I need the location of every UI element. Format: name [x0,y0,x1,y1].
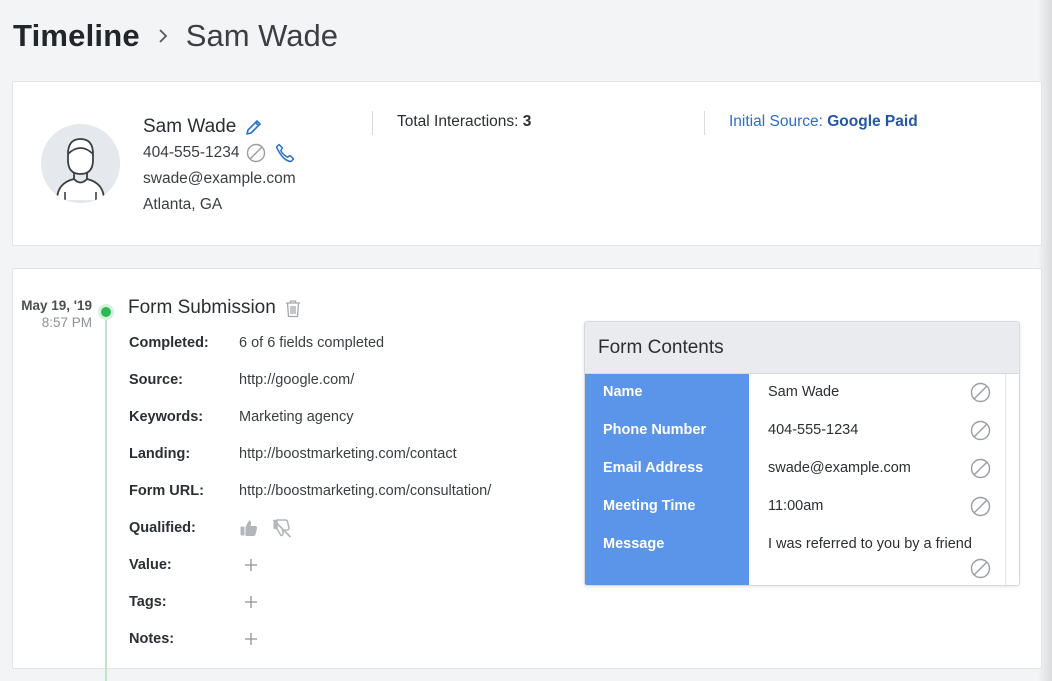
block-icon[interactable] [970,420,991,441]
field-label: Qualified: [129,519,196,536]
total-interactions-label: Total Interactions: [397,113,519,130]
field-label: Landing: [129,445,191,462]
form-contents-title: Form Contents [585,322,1019,374]
timeline-line [105,311,107,681]
form-field-value: I was referred to you by a friend [768,536,972,552]
field-value: 6 of 6 fields completed [239,334,385,351]
total-interactions-stat: Total Interactions: 3 [397,113,531,131]
form-contents-body: Name Sam Wade Phone Number 404-555-1234 … [585,374,1019,585]
field-label: Tags: [129,593,167,610]
contact-card: Sam Wade 404-555-1234 swade@example.com … [12,81,1042,246]
form-field-value: Sam Wade [768,384,840,400]
breadcrumb-current: Sam Wade [185,18,338,53]
plus-icon[interactable] [244,558,258,572]
contact-location: Atlanta, GA [143,196,223,213]
breadcrumb-root-link[interactable]: Timeline [13,18,140,54]
block-icon[interactable] [970,458,991,479]
timeline-card: May 19, '19 8:57 PM Form Submission Comp… [12,268,1042,681]
event-date: May 19, '19 [21,298,92,313]
event-time: 8:57 PM [41,315,92,330]
field-label: Keywords: [129,408,204,425]
thumbs-up-icon[interactable] [239,518,259,538]
plus-icon[interactable] [244,595,258,609]
divider [704,111,705,135]
block-icon[interactable] [246,143,266,163]
event-header: Form Submission [128,297,302,319]
field-label: Notes: [129,630,175,647]
breadcrumb: Timeline Sam Wade [13,14,338,58]
scrollbar-track[interactable] [1005,374,1019,585]
user-silhouette-icon [41,124,120,203]
contact-email: swade@example.com [143,170,296,187]
thumbs-down-off-icon[interactable] [272,518,292,538]
field-row-form-url: Form URL: http://boostmarketing.com/cons… [129,472,491,509]
event-fields: Completed: 6 of 6 fields completed Sourc… [129,324,491,657]
form-field-label: Email Address [603,460,704,476]
chevron-right-icon [152,25,174,47]
field-row-completed: Completed: 6 of 6 fields completed [129,324,491,361]
field-value: http://google.com/ [239,371,355,388]
field-row-qualified: Qualified: [129,509,491,546]
contact-phone: 404-555-1234 [143,144,240,161]
field-row-source: Source: http://google.com/ [129,361,491,398]
initial-source-value[interactable]: Google Paid [827,113,917,130]
divider [372,111,373,135]
initial-source-label: Initial Source: [729,113,823,130]
phone-icon[interactable] [274,142,296,164]
form-field-label: Meeting Time [603,498,696,514]
contact-name: Sam Wade [143,116,237,137]
field-label: Completed: [129,334,209,351]
field-value: http://boostmarketing.com/contact [239,445,457,462]
form-field-label: Name [603,384,643,400]
form-field-label: Phone Number [603,422,707,438]
form-label-column [585,374,749,585]
field-row-value: Value: [129,546,491,583]
event-title: Form Submission [128,297,276,318]
field-row-keywords: Keywords: Marketing agency [129,398,491,435]
block-icon[interactable] [970,558,991,579]
initial-source-stat: Initial Source: Google Paid [729,113,918,131]
form-field-value: 404-555-1234 [768,422,859,438]
block-icon[interactable] [970,496,991,517]
block-icon[interactable] [970,382,991,403]
event-timestamp: May 19, '19 8:57 PM [21,298,92,330]
form-field-label: Message [603,536,665,552]
field-label: Value: [129,556,172,573]
form-field-value: 11:00am [768,498,824,514]
field-value: Marketing agency [239,408,354,425]
total-interactions-value: 3 [522,113,532,130]
field-row-tags: Tags: [129,583,491,620]
form-field-value: swade@example.com [768,460,911,476]
trash-icon[interactable] [284,299,302,318]
qualified-controls [239,518,292,538]
form-contents-panel: Form Contents Name Sam Wade Phone Number… [584,321,1020,586]
contact-info: Sam Wade 404-555-1234 swade@example.com … [143,114,296,218]
field-label: Source: [129,371,183,388]
field-row-landing: Landing: http://boostmarketing.com/conta… [129,435,491,472]
pencil-icon[interactable] [244,118,263,137]
field-row-notes: Notes: [129,620,491,657]
avatar [41,124,120,203]
timeline-dot [98,304,114,320]
field-value: http://boostmarketing.com/consultation/ [239,482,492,499]
field-label: Form URL: [129,482,204,499]
plus-icon[interactable] [244,632,258,646]
